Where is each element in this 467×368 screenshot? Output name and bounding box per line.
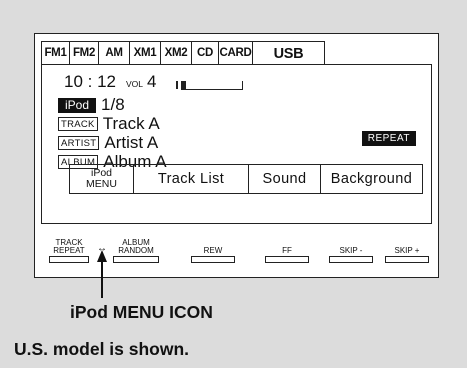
tab-cd[interactable]: CD: [192, 41, 219, 65]
tab-fm2[interactable]: FM2: [70, 41, 99, 65]
ipod-status-row: iPod 1/8: [58, 95, 125, 115]
track-list-button[interactable]: Track List: [134, 164, 249, 194]
track-row: TRACK Track A: [58, 114, 160, 134]
ipod-menu-line2: MENU: [86, 178, 117, 190]
callout-label: iPod MENU ICON: [70, 302, 213, 322]
artist-row: ARTIST Artist A: [58, 133, 158, 153]
ipod-menu-button[interactable]: iPod MENU: [69, 164, 134, 194]
track-name: Track A: [102, 114, 160, 133]
tab-xm1[interactable]: XM1: [130, 41, 161, 65]
artist-name: Artist A: [104, 133, 159, 152]
skip-plus-button[interactable]: SKIP +: [385, 247, 429, 263]
volume-label: VOL: [126, 79, 144, 89]
tab-am[interactable]: AM: [99, 41, 130, 65]
background-button[interactable]: Background: [321, 164, 423, 194]
source-tabs: FM1 FM2 AM XM1 XM2 CD CARD USB: [41, 41, 325, 65]
callout-arrow-icon: [97, 250, 107, 298]
skip-minus-button[interactable]: SKIP -: [329, 247, 373, 263]
track-repeat-button[interactable]: TRACK REPEAT: [49, 239, 89, 263]
clock: 10 : 12: [64, 72, 116, 91]
model-note: U.S. model is shown.: [14, 339, 190, 359]
display-screen: 10 : 12 VOL 4 iPod 1/8 TRACK Track A ART…: [41, 64, 432, 224]
volume-level-bar: [176, 81, 243, 90]
audio-display-panel: FM1 FM2 AM XM1 XM2 CD CARD USB 10 : 12 V…: [34, 33, 439, 278]
clock-and-volume: 10 : 12 VOL 4: [64, 72, 156, 92]
tab-xm2[interactable]: XM2: [161, 41, 192, 65]
ipod-badge: iPod: [58, 97, 97, 113]
ff-button[interactable]: FF: [265, 247, 309, 263]
tab-usb[interactable]: USB: [253, 41, 325, 65]
album-random-button[interactable]: ALBUM RANDOM: [113, 239, 159, 263]
track-tag: TRACK: [58, 117, 98, 131]
rew-button[interactable]: REW: [191, 247, 235, 263]
tab-fm1[interactable]: FM1: [41, 41, 70, 65]
volume-value: 4: [147, 72, 157, 91]
sound-button[interactable]: Sound: [249, 164, 321, 194]
artist-tag: ARTIST: [58, 136, 100, 150]
track-position: 1/8: [101, 95, 125, 114]
menu-bar: iPod MENU Track List Sound Background: [69, 164, 423, 194]
repeat-badge: REPEAT: [361, 131, 416, 146]
tab-card[interactable]: CARD: [219, 41, 253, 65]
